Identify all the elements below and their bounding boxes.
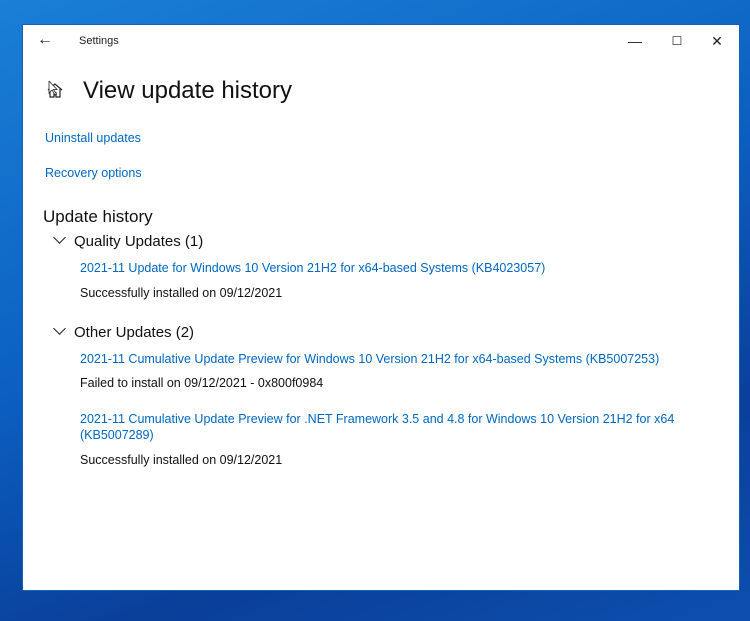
chevron-down-icon: [53, 322, 66, 335]
settings-window: ← Settings — ☐ ✕ View update history Uni…: [22, 24, 740, 591]
uninstall-updates-link[interactable]: Uninstall updates: [45, 131, 141, 145]
minimize-button[interactable]: —: [615, 29, 655, 53]
title-bar: ← Settings — ☐ ✕: [23, 25, 739, 57]
update-status: Failed to install on 09/12/2021 - 0x800f…: [80, 376, 324, 390]
maximize-button[interactable]: ☐: [657, 29, 697, 53]
update-link[interactable]: 2021-11 Update for Windows 10 Version 21…: [80, 260, 680, 276]
chevron-down-icon: [53, 231, 66, 244]
recovery-options-link[interactable]: Recovery options: [45, 166, 142, 180]
update-link[interactable]: 2021-11 Cumulative Update Preview for Wi…: [80, 351, 680, 367]
group-label: Other Updates (2): [74, 324, 195, 341]
group-label: Quality Updates (1): [74, 233, 204, 250]
back-arrow-icon[interactable]: ←: [37, 31, 53, 49]
update-history-heading: Update history: [43, 207, 153, 226]
update-status: Successfully installed on 09/12/2021: [80, 286, 283, 300]
page-title: View update history: [83, 77, 293, 104]
window-title: Settings: [79, 35, 119, 47]
other-updates-group[interactable]: Other Updates (2): [53, 322, 195, 341]
update-status: Successfully installed on 09/12/2021: [80, 453, 283, 467]
home-icon[interactable]: [47, 81, 63, 99]
close-button[interactable]: ✕: [697, 29, 737, 53]
update-link[interactable]: 2021-11 Cumulative Update Preview for .N…: [80, 411, 680, 443]
quality-updates-group[interactable]: Quality Updates (1): [53, 231, 204, 250]
